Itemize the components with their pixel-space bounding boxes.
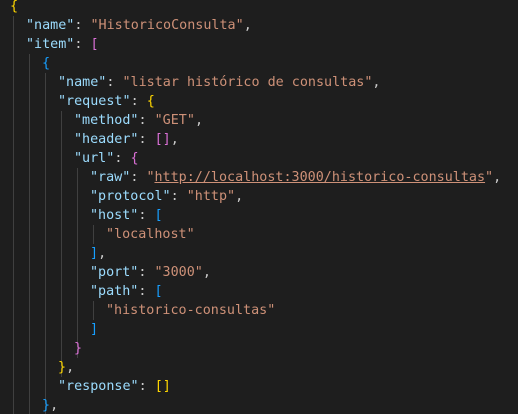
code-token: [ [154, 284, 163, 299]
code-token: { [146, 94, 155, 109]
code-line[interactable]: "item": [ [26, 35, 99, 54]
code-token: [] [154, 132, 171, 147]
code-token: { [42, 56, 51, 71]
code-token: " [485, 170, 494, 185]
code-token: , [66, 360, 75, 375]
code-token: , [202, 265, 211, 280]
code-token: , [235, 189, 244, 204]
code-line[interactable]: "path": [ [90, 282, 163, 301]
code-token: "GET" [154, 113, 195, 128]
code-token: "historico-consultas" [106, 303, 276, 318]
code-token: "port" [90, 265, 139, 280]
code-token: : [106, 75, 123, 90]
code-line[interactable]: "protocol": "http", [90, 187, 243, 206]
code-editor[interactable]: {"name": "HistoricoConsulta", "item": [{"… [0, 0, 518, 414]
code-token: [] [154, 379, 171, 394]
code-token: : [74, 37, 91, 52]
code-token: : [74, 18, 91, 33]
code-line[interactable]: "url": { [74, 149, 139, 168]
code-token: "protocol" [90, 189, 171, 204]
code-token: "http" [186, 189, 236, 204]
code-token: "item" [26, 37, 75, 52]
code-line[interactable]: "localhost" [106, 225, 195, 244]
code-token: "method" [74, 113, 139, 128]
code-token: "response" [58, 379, 139, 394]
code-token: , [372, 75, 381, 90]
code-token: , [98, 246, 107, 261]
code-line[interactable]: "header": [], [74, 130, 179, 149]
code-token: "raw" [90, 170, 131, 185]
code-token: { [10, 0, 19, 14]
code-line[interactable]: "method": "GET", [74, 111, 203, 130]
code-token: : [138, 265, 155, 280]
code-line[interactable]: "response": [] [58, 377, 171, 396]
code-line[interactable]: ] [90, 320, 98, 339]
code-line[interactable]: } [74, 339, 82, 358]
indent-guide [61, 111, 62, 377]
code-token: , [50, 398, 59, 413]
code-token: : [130, 170, 147, 185]
code-line[interactable]: }, [58, 358, 74, 377]
indent-guide [93, 225, 94, 244]
code-line[interactable]: "request": { [58, 92, 155, 111]
indent-guide [93, 301, 94, 320]
code-token: [ [154, 208, 163, 223]
code-line[interactable]: "historico-consultas" [106, 301, 275, 320]
code-token: } [74, 341, 83, 356]
code-line[interactable]: "port": "3000", [90, 263, 211, 282]
code-line[interactable]: ], [90, 244, 106, 263]
code-token: , [493, 170, 502, 185]
code-token: , [170, 132, 179, 147]
code-token: : [114, 151, 131, 166]
code-token: "request" [58, 94, 131, 109]
code-line[interactable]: "host": [ [90, 206, 163, 225]
code-token: : [138, 379, 155, 394]
indent-guide [13, 16, 14, 414]
code-token: "name" [26, 18, 75, 33]
code-token: "url" [74, 151, 115, 166]
code-token: , [243, 18, 252, 33]
code-token: "listar histórico de consultas" [122, 75, 373, 90]
code-token: ] [90, 246, 99, 261]
code-token: " [146, 170, 155, 185]
code-line[interactable]: }, [42, 396, 58, 414]
code-line[interactable]: "raw": "http://localhost:3000/historico-… [90, 168, 501, 187]
code-token: : [138, 208, 155, 223]
code-token: ] [90, 322, 99, 337]
url-link[interactable]: http://localhost:3000/historico-consulta… [155, 170, 486, 185]
code-token: : [138, 284, 155, 299]
code-token: "3000" [154, 265, 203, 280]
code-token: : [138, 132, 155, 147]
code-token: "path" [90, 284, 139, 299]
code-line[interactable]: "name": "listar histórico de consultas", [58, 73, 380, 92]
code-token: : [130, 94, 147, 109]
code-token: } [58, 360, 67, 375]
code-token: "HistoricoConsulta" [90, 18, 244, 33]
indent-guide [77, 168, 78, 358]
code-token: "host" [90, 208, 139, 223]
code-line[interactable]: { [10, 0, 18, 16]
code-line[interactable]: { [42, 54, 50, 73]
indent-guide [45, 73, 46, 414]
code-line[interactable]: "name": "HistoricoConsulta", [26, 16, 252, 35]
code-token: } [42, 398, 51, 413]
code-token: : [138, 113, 155, 128]
code-token: : [170, 189, 187, 204]
code-token: [ [90, 37, 99, 52]
code-token: , [194, 113, 203, 128]
code-token: { [130, 151, 139, 166]
code-token: "header" [74, 132, 139, 147]
indent-guide [29, 54, 30, 414]
code-token: "name" [58, 75, 107, 90]
code-token: "localhost" [106, 227, 195, 242]
